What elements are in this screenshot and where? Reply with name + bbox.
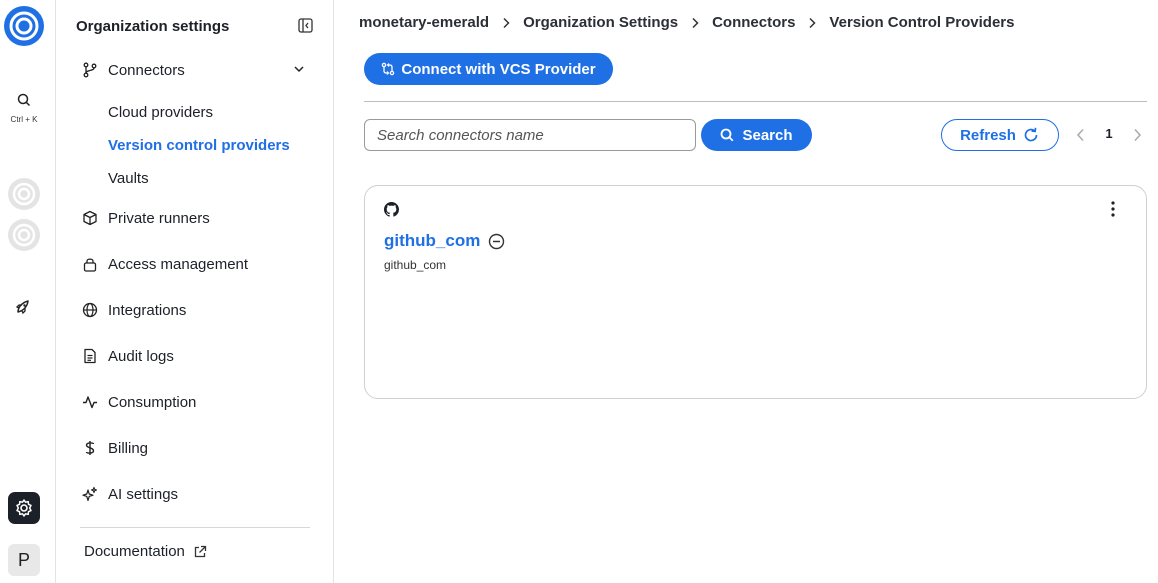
connector-description: github_com xyxy=(384,258,447,272)
minus-circle-icon xyxy=(489,233,505,249)
sidebar-item-label: AI settings xyxy=(108,485,179,503)
chevron-right-icon xyxy=(807,17,817,29)
rocket-icon[interactable] xyxy=(14,298,32,321)
refresh-label: Refresh xyxy=(960,126,1016,144)
search-input[interactable] xyxy=(364,119,696,151)
previous-page-icon[interactable] xyxy=(1074,127,1088,148)
search-button[interactable]: Search xyxy=(701,119,812,151)
page-number[interactable]: 1 xyxy=(1102,126,1116,141)
document-icon xyxy=(80,346,100,366)
main-content: monetary-emerald Organization Settings C… xyxy=(334,0,1158,583)
sidebar-subitem-version-control-providers[interactable]: Version control providers xyxy=(108,137,290,154)
github-icon xyxy=(384,202,399,222)
connector-title[interactable]: github_com xyxy=(384,231,505,251)
sidebar-item-billing[interactable]: Billing xyxy=(80,436,148,460)
search-icon xyxy=(17,93,31,107)
chevron-down-icon[interactable] xyxy=(292,62,306,81)
connect-vcs-label: Connect with VCS Provider xyxy=(401,60,596,78)
sidebar-item-consumption[interactable]: Consumption xyxy=(80,390,196,414)
collapse-sidebar-icon[interactable] xyxy=(298,18,313,38)
sidebar-item-label: Audit logs xyxy=(108,347,174,365)
search-button-label: Search xyxy=(742,126,793,144)
sidebar-item-label: Consumption xyxy=(108,393,197,411)
divider xyxy=(364,101,1147,102)
avatar[interactable]: P xyxy=(8,544,40,576)
lock-icon xyxy=(80,254,100,274)
cube-icon xyxy=(80,208,100,228)
globe-icon xyxy=(80,300,100,320)
breadcrumb-current: Version Control Providers xyxy=(829,14,1015,31)
sidebar-title: Organization settings xyxy=(76,18,230,35)
sidebar-item-access-management[interactable]: Access management xyxy=(80,252,248,276)
app-rail: Ctrl + K P xyxy=(0,0,56,583)
sidebar-subitem-cloud-providers[interactable]: Cloud providers xyxy=(108,104,213,121)
chevron-right-icon xyxy=(690,17,700,29)
sidebar-item-private-runners[interactable]: Private runners xyxy=(80,206,210,230)
breadcrumb-item[interactable]: Organization Settings xyxy=(523,14,678,31)
sidebar-item-label: Private runners xyxy=(108,209,210,227)
org-icon[interactable] xyxy=(8,178,40,210)
breadcrumb: monetary-emerald Organization Settings C… xyxy=(359,14,1014,31)
refresh-button[interactable]: Refresh xyxy=(941,119,1059,151)
more-vertical-icon[interactable] xyxy=(1105,200,1121,223)
sidebar-item-label: Connectors xyxy=(108,61,185,79)
connector-icon xyxy=(80,60,100,80)
sparkles-icon xyxy=(80,484,100,504)
connector-card[interactable]: github_com github_com xyxy=(364,185,1147,399)
sidebar-item-connectors[interactable]: Connectors xyxy=(80,58,185,82)
sidebar-item-label: Billing xyxy=(108,439,149,457)
search-icon xyxy=(721,128,734,142)
sidebar-item-integrations[interactable]: Integrations xyxy=(80,298,186,322)
sidebar-item-ai-settings[interactable]: AI settings xyxy=(80,482,178,506)
connect-vcs-button[interactable]: Connect with VCS Provider xyxy=(364,53,613,85)
breadcrumb-item[interactable]: monetary-emerald xyxy=(359,14,489,31)
logo-icon[interactable] xyxy=(4,6,44,46)
connector-name: github_com xyxy=(384,231,481,250)
documentation-label: Documentation xyxy=(84,543,185,560)
next-page-icon[interactable] xyxy=(1130,127,1144,148)
sidebar-item-audit-logs[interactable]: Audit logs xyxy=(80,344,174,368)
refresh-icon xyxy=(1024,127,1038,142)
sidebar-divider xyxy=(80,527,310,528)
settings-sidebar: Organization settings Connectors Cloud p… xyxy=(56,0,334,583)
search-shortcut[interactable]: Ctrl + K xyxy=(0,93,48,124)
gear-icon xyxy=(16,499,32,517)
shortcut-label: Ctrl + K xyxy=(10,115,38,124)
breadcrumb-item[interactable]: Connectors xyxy=(712,14,795,31)
chevron-right-icon xyxy=(501,17,511,29)
sidebar-item-label: Access management xyxy=(108,255,249,273)
sidebar-item-label: Integrations xyxy=(108,301,187,319)
settings-button[interactable] xyxy=(8,492,40,524)
external-link-icon xyxy=(194,545,207,557)
documentation-link[interactable]: Documentation xyxy=(84,543,207,560)
git-compare-icon xyxy=(382,62,395,76)
sidebar-subitem-vaults[interactable]: Vaults xyxy=(108,170,149,187)
org-icon[interactable] xyxy=(8,219,40,251)
activity-icon xyxy=(80,392,100,412)
dollar-icon xyxy=(80,438,100,458)
